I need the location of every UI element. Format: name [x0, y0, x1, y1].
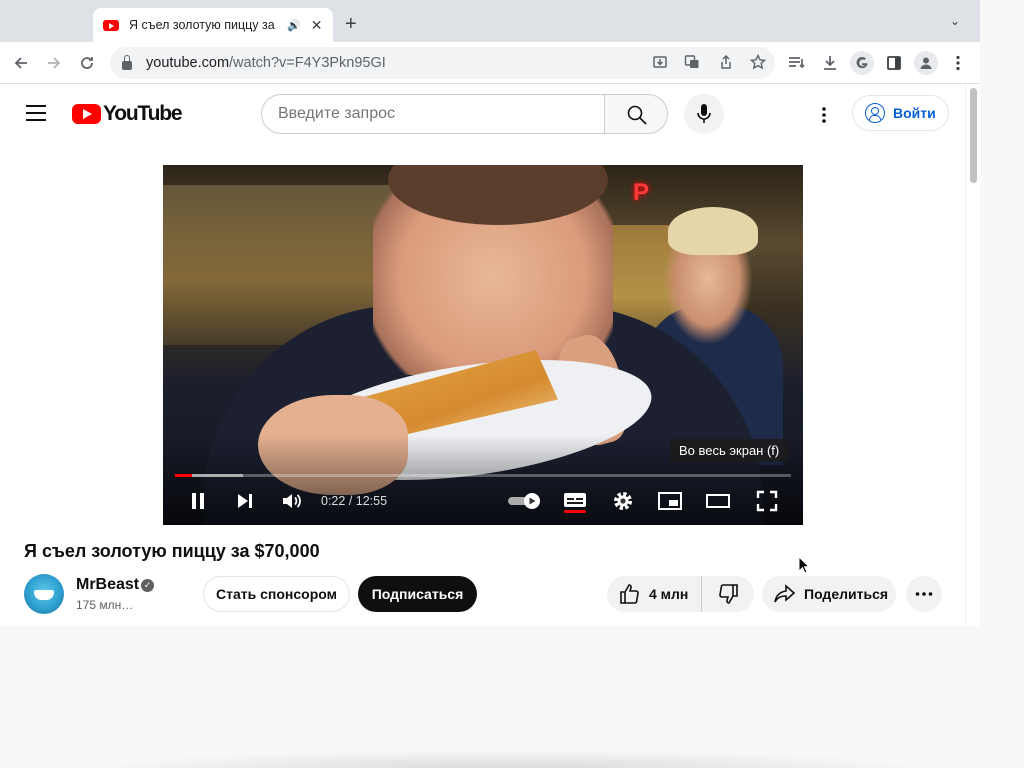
subtitles-icon	[564, 493, 586, 513]
pause-icon	[192, 493, 204, 509]
miniplayer-button[interactable]	[656, 487, 684, 515]
progress-bar[interactable]	[175, 474, 791, 477]
reload-icon[interactable]	[76, 52, 98, 74]
youtube-logo[interactable]: YouTube	[72, 102, 183, 126]
google-extension-icon[interactable]	[850, 51, 874, 75]
subscriber-count: 175 млн…	[76, 598, 134, 612]
autoplay-toggle-icon	[508, 493, 540, 509]
back-arrow-icon[interactable]	[10, 52, 32, 74]
progress-played	[175, 474, 193, 477]
next-button[interactable]	[231, 487, 259, 515]
reading-list-icon[interactable]	[786, 52, 808, 74]
video-player[interactable]: P Во весь экран (f) 0:22 / 12:55	[163, 165, 803, 525]
fullscreen-tooltip: Во весь экран (f)	[670, 439, 789, 462]
share-label: Поделиться	[804, 586, 889, 602]
share-arrow-icon	[774, 584, 796, 603]
like-count: 4 млн	[649, 586, 689, 602]
thumbs-up-icon	[620, 584, 639, 604]
autoplay-toggle[interactable]	[506, 487, 542, 515]
translate-icon[interactable]	[684, 54, 700, 74]
like-dislike-bar: 4 млн	[607, 576, 754, 612]
tab-search-chevron-icon[interactable]: ⌄	[950, 14, 960, 28]
search-input[interactable]	[261, 94, 605, 134]
sign-in-label: Войти	[893, 105, 936, 121]
neon-sign: P	[633, 179, 650, 206]
video-title: Я съел золотую пиццу за $70,000	[24, 541, 320, 561]
thumbs-down-icon	[719, 584, 738, 604]
like-button[interactable]: 4 млн	[607, 576, 702, 612]
lock-icon[interactable]	[122, 54, 132, 70]
tab-close-icon[interactable]: ✕	[311, 17, 323, 34]
profile-avatar-icon[interactable]	[914, 51, 938, 75]
browser-toolbar: youtube.com/watch?v=F4Y3Pkn95GI	[0, 42, 980, 84]
window-shadow	[80, 750, 940, 768]
youtube-play-icon	[72, 104, 101, 124]
miniplayer-icon	[658, 492, 682, 510]
theater-mode-icon	[706, 494, 730, 508]
duration: 12:55	[355, 494, 388, 508]
video-person-hair	[668, 207, 758, 255]
install-app-icon[interactable]	[652, 54, 668, 74]
mouse-cursor-icon	[798, 556, 810, 574]
new-tab-icon[interactable]: +	[345, 13, 357, 36]
microphone-icon	[697, 104, 711, 123]
sign-in-button[interactable]: Войти	[852, 95, 949, 131]
fullscreen-icon	[756, 490, 778, 512]
verified-check-icon: ✓	[141, 579, 154, 592]
sponsor-label: Стать спонсором	[216, 586, 337, 602]
more-horizontal-icon	[915, 592, 933, 596]
browser-window: Я съел золотую пиццу за 🔊 ✕ + ⌄ youtube.…	[0, 0, 980, 626]
speaker-icon[interactable]: 🔊	[287, 19, 301, 32]
youtube-header: YouTube Войти	[0, 85, 965, 141]
pause-button[interactable]	[184, 487, 212, 515]
forward-arrow-icon[interactable]	[43, 52, 65, 74]
search-icon	[627, 105, 647, 125]
side-panel-icon[interactable]	[883, 52, 905, 74]
youtube-favicon-icon	[103, 19, 119, 31]
voice-search-button[interactable]	[684, 94, 724, 134]
skip-next-icon	[238, 494, 252, 508]
tab-strip: Я съел золотую пиццу за 🔊 ✕ + ⌄	[0, 0, 980, 42]
channel-name[interactable]: MrBeast	[76, 576, 139, 594]
subscribe-button[interactable]: Подписаться	[358, 576, 477, 612]
fullscreen-button[interactable]	[753, 487, 781, 515]
volume-button[interactable]	[278, 487, 306, 515]
account-circle-icon	[865, 103, 885, 123]
join-sponsor-button[interactable]: Стать спонсором	[203, 576, 350, 612]
gear-icon	[614, 492, 632, 510]
volume-icon	[283, 494, 301, 508]
url-text: youtube.com/watch?v=F4Y3Pkn95GI	[146, 55, 386, 71]
bookmark-star-icon[interactable]	[749, 53, 767, 74]
settings-more-icon[interactable]	[812, 103, 836, 127]
hamburger-menu-icon[interactable]	[26, 105, 46, 121]
address-bar[interactable]: youtube.com/watch?v=F4Y3Pkn95GI	[110, 47, 775, 79]
share-button[interactable]: Поделиться	[762, 576, 896, 612]
scrollbar-thumb[interactable]	[970, 88, 977, 183]
page-scrollbar[interactable]	[965, 85, 980, 626]
download-icon[interactable]	[819, 52, 841, 74]
tab-title: Я съел золотую пиццу за	[129, 18, 275, 32]
dislike-button[interactable]	[702, 576, 754, 612]
browser-menu-icon[interactable]	[947, 52, 969, 74]
time-display: 0:22 / 12:55	[321, 494, 388, 508]
current-time: 0:22	[321, 494, 346, 508]
settings-button[interactable]	[609, 487, 637, 515]
search-button[interactable]	[604, 94, 668, 134]
url-path: /watch?v=F4Y3Pkn95GI	[229, 55, 386, 71]
tab-youtube[interactable]: Я съел золотую пиццу за 🔊 ✕	[93, 8, 333, 42]
share-page-icon[interactable]	[718, 54, 734, 74]
subscribe-label: Подписаться	[371, 586, 464, 602]
youtube-logo-text: YouTube	[103, 102, 183, 125]
more-actions-button[interactable]	[906, 576, 942, 612]
subtitles-button[interactable]	[561, 487, 589, 515]
theater-mode-button[interactable]	[704, 487, 732, 515]
channel-avatar[interactable]	[24, 574, 64, 614]
url-host: youtube.com	[146, 55, 230, 71]
